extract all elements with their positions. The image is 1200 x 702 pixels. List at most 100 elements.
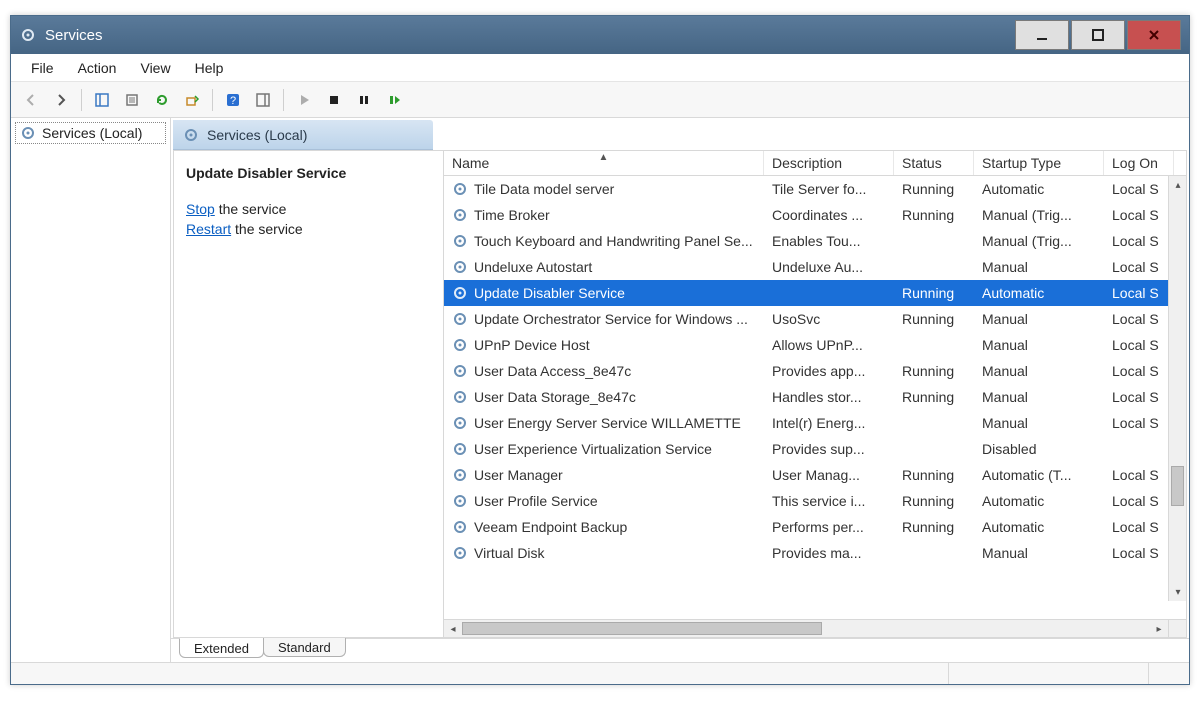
service-description-cell: Enables Tou... [764,233,894,249]
scroll-left-icon[interactable]: ◂ [444,620,462,638]
service-row[interactable]: Veeam Endpoint BackupPerforms per...Runn… [444,514,1186,540]
gear-icon [452,467,468,483]
nav-root-label: Services (Local) [42,125,142,141]
menu-action[interactable]: Action [66,56,129,80]
app-gear-icon [19,26,37,44]
forward-button[interactable] [47,86,75,114]
service-row[interactable]: User Energy Server Service WILLAMETTEInt… [444,410,1186,436]
service-name-cell: User Experience Virtualization Service [444,441,764,457]
service-row[interactable]: User Data Storage_8e47cHandles stor...Ru… [444,384,1186,410]
gear-icon [183,127,199,143]
service-description-cell: UsoSvc [764,311,894,327]
service-name-label: User Profile Service [474,493,598,509]
service-name-label: User Experience Virtualization Service [474,441,712,457]
service-description-cell: Handles stor... [764,389,894,405]
service-row[interactable]: User Profile Service This service i...Run… [444,488,1186,514]
gear-icon [452,363,468,379]
service-row[interactable]: UPnP Device HostAllows UPnP...ManualLoca… [444,332,1186,358]
service-row[interactable]: Update Orchestrator Service for Windows … [444,306,1186,332]
column-logon[interactable]: Log On [1104,151,1174,175]
service-name-label: User Manager [474,467,563,483]
service-row[interactable]: Update Disabler ServiceRunningAutomaticL… [444,280,1186,306]
service-status-cell: Running [894,207,974,223]
start-service-button[interactable] [290,86,318,114]
help-button[interactable]: ? [219,86,247,114]
column-name[interactable]: Name ▲ [444,151,764,175]
service-row[interactable]: User Experience Virtualization ServicePr… [444,436,1186,462]
service-row[interactable]: Virtual DiskProvides ma...ManualLocal S [444,540,1186,566]
hscroll-thumb[interactable] [462,622,822,635]
list-body: Tile Data model serverTile Server fo...R… [444,176,1186,619]
column-description[interactable]: Description [764,151,894,175]
scroll-right-icon[interactable]: ▸ [1150,620,1168,638]
back-button[interactable] [17,86,45,114]
service-name-cell: User Data Storage_8e47c [444,389,764,405]
show-action-pane-button[interactable] [249,86,277,114]
toolbar-separator [283,89,284,111]
service-description-cell: Undeluxe Au... [764,259,894,275]
service-row[interactable]: User Data Access_8e47cProvides app...Run… [444,358,1186,384]
service-status-cell: Running [894,493,974,509]
stop-suffix: the service [215,201,287,217]
stop-service-button[interactable] [320,86,348,114]
tab-extended[interactable]: Extended [179,638,264,658]
maximize-button[interactable] [1071,20,1125,50]
service-description-cell: Provides app... [764,363,894,379]
service-description-cell: This service i... [764,493,894,509]
service-status-cell: Running [894,467,974,483]
service-description-cell: Tile Server fo... [764,181,894,197]
menu-help[interactable]: Help [183,56,236,80]
service-row[interactable]: User ManagerUser Manag...RunningAutomati… [444,462,1186,488]
gear-icon [452,233,468,249]
minimize-button[interactable] [1015,20,1069,50]
nav-services-local[interactable]: Services (Local) [15,122,166,144]
hscroll-track[interactable] [462,620,1150,637]
service-row[interactable]: Touch Keyboard and Handwriting Panel Se.… [444,228,1186,254]
navigation-pane: Services (Local) [11,118,171,662]
vertical-scrollbar[interactable]: ▴ ▾ [1168,176,1186,601]
show-hide-tree-button[interactable] [88,86,116,114]
service-logon-cell: Local S [1104,233,1174,249]
service-status-cell: Running [894,519,974,535]
export-button[interactable] [178,86,206,114]
tab-standard[interactable]: Standard [263,638,346,657]
window-controls [1013,20,1181,50]
properties-button[interactable] [118,86,146,114]
menu-view[interactable]: View [128,56,182,80]
service-startup-cell: Manual [974,363,1104,379]
vscroll-thumb[interactable] [1171,466,1184,506]
scroll-up-icon[interactable]: ▴ [1169,176,1186,194]
service-row[interactable]: Tile Data model serverTile Server fo...R… [444,176,1186,202]
service-logon-cell: Local S [1104,259,1174,275]
gear-icon [452,415,468,431]
service-name-cell: Veeam Endpoint Backup [444,519,764,535]
pause-service-button[interactable] [350,86,378,114]
horizontal-scrollbar[interactable]: ◂ ▸ [444,619,1168,637]
column-name-label: Name [452,155,489,171]
title-bar: Services [11,16,1189,54]
restart-service-button[interactable] [380,86,408,114]
service-name-cell: Undeluxe Autostart [444,259,764,275]
gear-icon [452,181,468,197]
service-startup-cell: Manual [974,415,1104,431]
service-logon-cell: Local S [1104,337,1174,353]
stop-service-link[interactable]: Stop [186,201,215,217]
menu-file[interactable]: File [19,56,66,80]
gear-icon [452,285,468,301]
column-startup[interactable]: Startup Type [974,151,1104,175]
service-row[interactable]: Undeluxe AutostartUndeluxe Au...ManualLo… [444,254,1186,280]
column-status[interactable]: Status [894,151,974,175]
service-logon-cell: Local S [1104,285,1174,301]
service-row[interactable]: Time BrokerCoordinates ...RunningManual … [444,202,1186,228]
scroll-down-icon[interactable]: ▾ [1169,583,1186,601]
close-button[interactable] [1127,20,1181,50]
service-logon-cell: Local S [1104,415,1174,431]
refresh-button[interactable] [148,86,176,114]
service-name-cell: User Manager [444,467,764,483]
service-logon-cell: Local S [1104,363,1174,379]
restart-service-link[interactable]: Restart [186,221,231,237]
service-status-cell: Running [894,363,974,379]
view-tabs: Extended Standard [171,638,1189,662]
service-name-cell: User Profile Service [444,493,764,509]
service-description-cell: Provides ma... [764,545,894,561]
